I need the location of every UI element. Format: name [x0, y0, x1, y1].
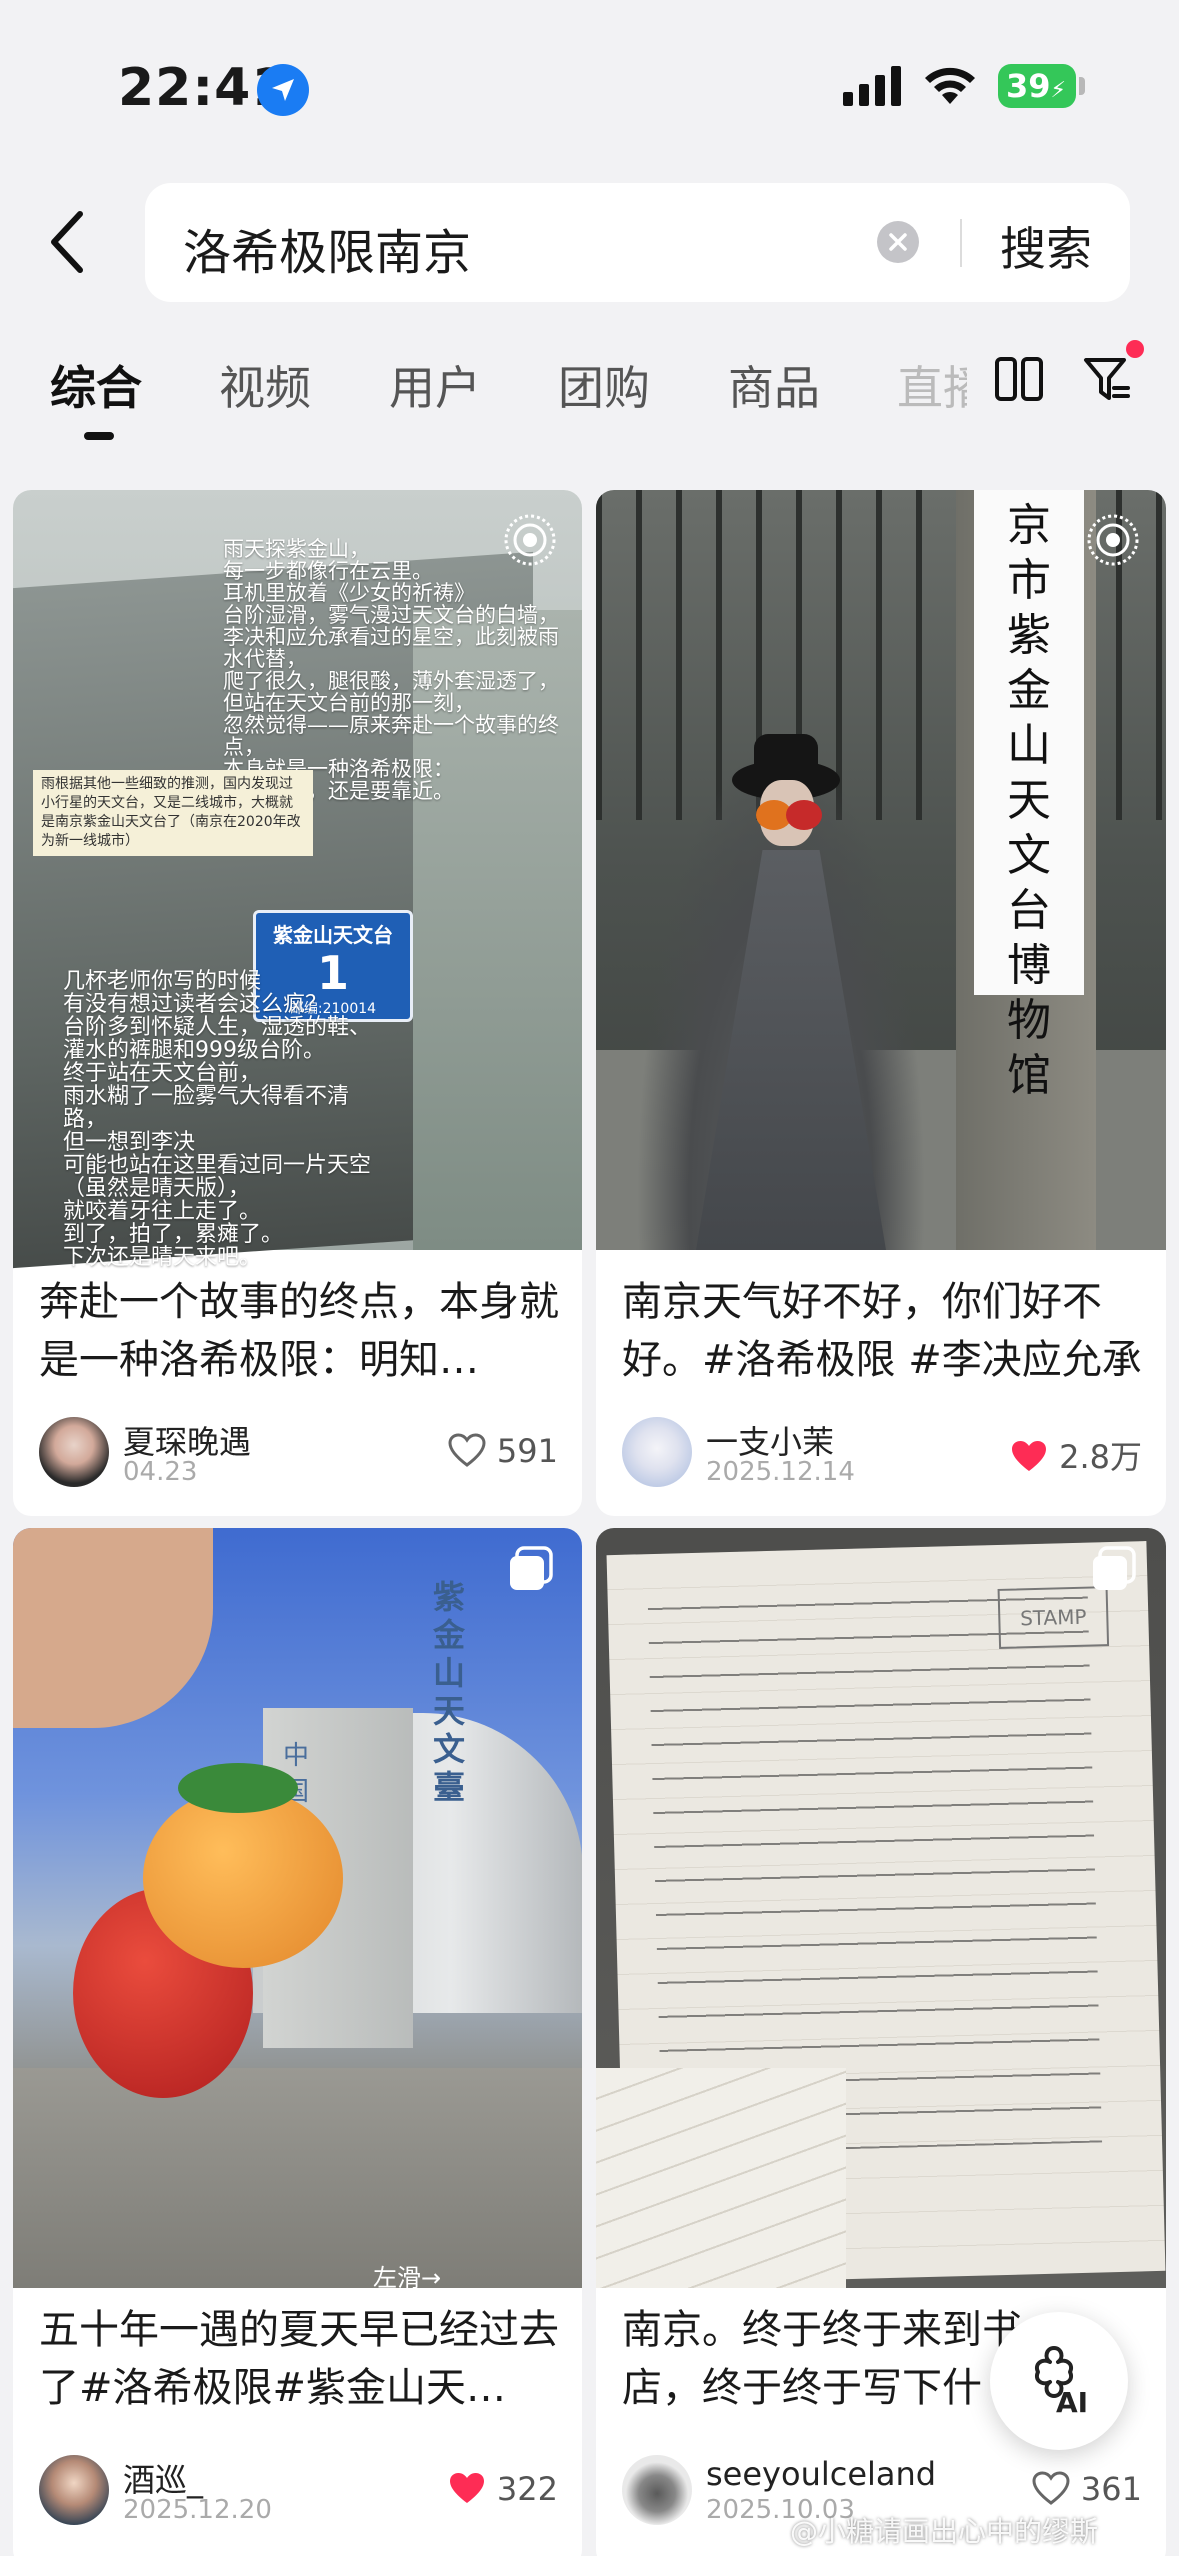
battery-indicator: 39⚡: [998, 64, 1076, 108]
museum-sign-text: 京市紫金山天文台博物馆: [1007, 500, 1051, 1101]
post-cover-image: 中国 紫金山天文臺 左滑→: [13, 1528, 582, 2292]
search-divider: [960, 219, 962, 267]
sign-name: 紫金山天文台: [273, 923, 393, 947]
heart-filled-icon: [449, 2473, 484, 2503]
tab-video[interactable]: 视频: [219, 352, 311, 418]
clear-icon[interactable]: [877, 221, 919, 263]
live-photo-icon: [504, 514, 556, 566]
author-name[interactable]: seeyoulceland: [706, 2455, 936, 2493]
overlay-text-bottom: 几杯老师你写的时候 有没有想过读者会这么疯？ 台阶多到怀疑人生，湿透的鞋、 灌水…: [63, 969, 372, 1270]
tab-products[interactable]: 商品: [728, 352, 820, 418]
post-date: 04.23: [123, 1457, 198, 1487]
multi-image-icon: [510, 1546, 553, 1590]
ai-label: AI: [1056, 2386, 1089, 2419]
back-arrow-icon[interactable]: [44, 206, 96, 278]
watermark: @小糖请画出心中的缪斯: [790, 2515, 1099, 2548]
like-button[interactable]: 591: [447, 1432, 558, 1470]
cellular-signal-icon: [843, 66, 901, 106]
dress: [696, 850, 886, 1250]
search-button[interactable]: 搜索: [1000, 213, 1092, 279]
like-button[interactable]: 322: [447, 2470, 558, 2508]
post-title[interactable]: 南京天气好不好，你们好不好。#洛希极限 #李决应允承: [622, 1273, 1148, 1389]
tab-active-indicator: [84, 432, 114, 440]
note-box: 雨根据其他一些细致的推测，国内发现过小行星的天文台，又是二线城市，大概就是南京紫…: [33, 770, 313, 856]
multi-image-icon: [1093, 1546, 1136, 1590]
battery-cap: [1079, 77, 1085, 95]
like-button[interactable]: 361: [1031, 2470, 1142, 2508]
battery-level: 39: [1006, 67, 1051, 105]
building-inscription-2: 紫金山天文臺: [433, 1578, 466, 1806]
like-count: 591: [496, 1432, 558, 1470]
tab-overall[interactable]: 综合: [50, 352, 142, 418]
wifi-icon: [925, 67, 975, 104]
search-input[interactable]: 洛希极限南京: [183, 213, 471, 283]
filter-icon[interactable]: [1082, 354, 1132, 404]
post-card[interactable]: 雨天探紫金山， 每一步都像行在云里。 耳机里放着《少女的祈祷》 台阶湿滑，雾气漫…: [13, 490, 582, 1516]
heart-outline-icon: [1032, 2471, 1070, 2505]
orange-plush: [143, 1788, 343, 1968]
like-count: 322: [496, 2470, 558, 2508]
post-title[interactable]: 奔赴一个故事的终点，本身就是一种洛希极限：明知…: [39, 1273, 559, 1389]
ai-assistant-button[interactable]: AI: [990, 2312, 1128, 2450]
avatar[interactable]: [622, 2455, 692, 2525]
like-button[interactable]: 2.8万: [1009, 1432, 1142, 1478]
overlay-text-top: 雨天探紫金山， 每一步都像行在云里。 耳机里放着《少女的祈祷》 台阶湿滑，雾气漫…: [223, 537, 559, 803]
avatar[interactable]: [622, 1417, 692, 1487]
post-date: 2025.12.20: [123, 2495, 272, 2525]
hat-crown: [754, 734, 818, 774]
pinned-notes: [596, 2068, 846, 2288]
apple-plush: [786, 800, 822, 830]
tab-users[interactable]: 用户: [389, 352, 481, 418]
person-figure: [636, 734, 926, 1250]
post-card[interactable]: 京市紫金山天文台博物馆 南京天气好不好，你们好不好。#洛希极限 #李决应允承 一…: [596, 490, 1166, 1516]
filter-notification-dot: [1126, 340, 1144, 358]
search-bar[interactable]: 洛希极限南京 搜索: [145, 183, 1130, 302]
post-cover-image: 京市紫金山天文台博物馆: [596, 490, 1166, 1250]
post-cover-image: STAMP: [596, 1528, 1166, 2288]
like-count: 2.8万: [1059, 1438, 1142, 1476]
leaf: [178, 1763, 298, 1813]
avatar[interactable]: [39, 1417, 109, 1487]
avatar[interactable]: [39, 2455, 109, 2525]
post-date: 2025.12.14: [706, 1457, 855, 1487]
tab-live[interactable]: 直播: [897, 352, 967, 418]
post-title[interactable]: 南京。终于终于来到书店，终于终于写下什: [622, 2301, 1022, 2417]
hand: [13, 1528, 213, 1728]
post-card[interactable]: 中国 紫金山天文臺 左滑→ 五十年一遇的夏天早已经过去了#洛希极限#紫金山天… …: [13, 1528, 582, 2556]
status-bar: 22:41 39⚡: [0, 0, 1179, 170]
post-cover-image: 雨天探紫金山， 每一步都像行在云里。 耳机里放着《少女的祈祷》 台阶湿滑，雾气漫…: [13, 490, 582, 1269]
tab-group-buy[interactable]: 团购: [558, 352, 650, 418]
post-title[interactable]: 五十年一遇的夏天早已经过去了#洛希极限#紫金山天…: [39, 2301, 559, 2417]
double-column-layout-icon[interactable]: [994, 356, 1044, 402]
rooftop: [13, 2068, 582, 2288]
location-arrow-icon: [257, 64, 309, 116]
heart-outline-icon: [448, 1433, 486, 1467]
museum-sign: 京市紫金山天文台博物馆: [974, 490, 1084, 1101]
heart-filled-icon: [1012, 1441, 1047, 1471]
live-photo-icon: [1087, 514, 1139, 566]
swipe-hint: 左滑→: [373, 2264, 442, 2292]
like-count: 361: [1080, 2470, 1142, 2508]
